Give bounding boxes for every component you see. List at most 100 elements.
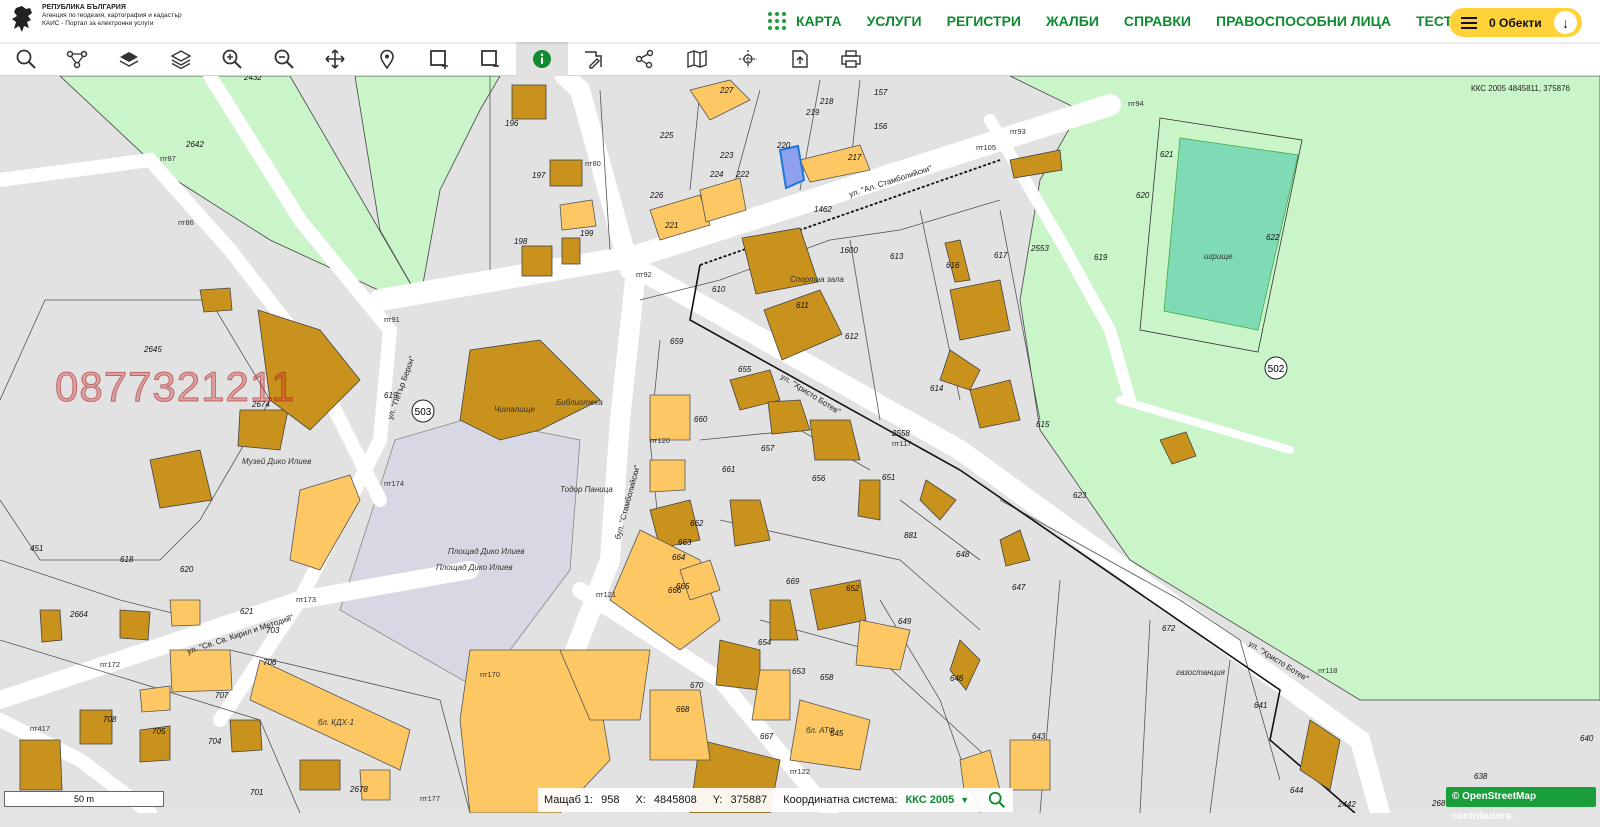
plot-number: 638	[1474, 772, 1488, 781]
plot-number: 646	[950, 674, 964, 683]
building-label: Площад Дико Илиев	[436, 563, 513, 572]
export-icon	[792, 50, 808, 68]
plot-number: 619	[1094, 253, 1108, 262]
svg-text:502: 502	[1268, 364, 1285, 375]
plot-number: 701	[250, 788, 263, 797]
print-tool[interactable]	[826, 42, 878, 76]
plot-number: 2664	[69, 610, 88, 619]
point-label: пт117	[892, 439, 911, 448]
plot-number: 707	[215, 691, 229, 700]
plot-number: 623	[1073, 491, 1087, 500]
plot-number: 641	[1254, 701, 1267, 710]
coordinate-system-label: Координатна система:	[783, 794, 898, 806]
nav-registers[interactable]: РЕГИСТРИ	[947, 13, 1021, 29]
nav-test[interactable]: ТЕСТ	[1416, 13, 1452, 29]
logo-subtitle: Агенция по геодезия, картография и кадас…	[42, 12, 182, 19]
measure-tool[interactable]	[52, 42, 104, 76]
plot-number: 226	[649, 191, 664, 200]
nav-services[interactable]: УСЛУГИ	[867, 13, 922, 29]
clear-selection-tool[interactable]	[464, 42, 516, 76]
building-label: Спортна зала	[790, 275, 844, 284]
zoom-out-icon	[274, 49, 294, 69]
logo-caption: КАИС - Портал за електронни услуги	[42, 20, 154, 27]
nav-reports[interactable]: СПРАВКИ	[1124, 13, 1191, 29]
pan-tool[interactable]	[310, 42, 362, 76]
plot-number: 656	[812, 474, 826, 483]
zoom-to-coordinates-icon[interactable]	[987, 790, 1007, 810]
plot-number: 616	[946, 261, 960, 270]
plot-number: 199	[580, 229, 594, 238]
plot-number: 659	[670, 337, 684, 346]
plot-number: 668	[676, 705, 690, 714]
osm-attribution[interactable]: © OpenStreetMap contributors.	[1446, 787, 1596, 822]
cadastral-map[interactable]: 503 502 ул. "Ал. Стамболийски" ул. "Хрис…	[0, 76, 1600, 813]
info-icon	[532, 50, 551, 68]
plot-number: 705	[152, 727, 166, 736]
measure-icon	[67, 50, 88, 69]
plot-number: 704	[208, 737, 222, 746]
zoom-out-tool[interactable]	[258, 42, 310, 76]
plot-number: 198	[514, 237, 528, 246]
point-label: пт174	[384, 479, 404, 488]
coordinates-readout: ККС 2005 4845811, 375876	[1471, 84, 1570, 93]
point-label: пт122	[790, 767, 810, 776]
layers-tool[interactable]	[103, 42, 155, 76]
map-canvas[interactable]: 503 502 ул. "Ал. Стамболийски" ул. "Хрис…	[0, 76, 1600, 813]
plot-number: 620	[180, 565, 194, 574]
share-tool[interactable]	[619, 42, 671, 76]
point-label: пт173	[296, 595, 316, 604]
location-tool[interactable]	[361, 42, 413, 76]
nav-map[interactable]: КАРТА	[796, 13, 842, 29]
plot-number: 643	[1032, 732, 1046, 741]
building-label: газостанция	[1176, 668, 1226, 677]
select-rect-tool[interactable]	[413, 42, 465, 76]
phone-watermark: 0877321211	[54, 363, 296, 411]
plot-number: 196	[505, 119, 519, 128]
edit-icon	[585, 51, 603, 69]
nav-complaints[interactable]: ЖАЛБИ	[1046, 13, 1099, 29]
point-label: пт172	[100, 660, 120, 669]
coordinate-system-select[interactable]: ККС 2005	[905, 794, 954, 806]
agency-logo[interactable]: РЕПУБЛИКА БЪЛГАРИЯ Агенция по геодезия, …	[10, 4, 182, 36]
plot-number: 648	[956, 550, 970, 559]
export-tool[interactable]	[774, 42, 826, 76]
map-tool[interactable]	[671, 42, 723, 76]
apps-grid-icon[interactable]	[768, 12, 786, 30]
plot-number: 2432	[243, 76, 262, 82]
arrow-down-icon[interactable]: ↓	[1554, 11, 1577, 34]
objects-button[interactable]: 0 Обекти ↓	[1449, 8, 1582, 37]
plot-number: 652	[846, 584, 860, 593]
building-label: Тодор Паница	[560, 485, 613, 494]
plot-number: 649	[898, 617, 912, 626]
plot-number: 611	[796, 301, 809, 310]
crosshair-tool[interactable]	[722, 42, 774, 76]
plot-number: 645	[830, 729, 844, 738]
main-nav: КАРТА УСЛУГИ РЕГИСТРИ ЖАЛБИ СПРАВКИ ПРАВ…	[768, 0, 1477, 42]
plot-number: 2442	[1337, 800, 1356, 809]
crosshair-icon	[739, 50, 758, 68]
plot-number: 613	[890, 252, 904, 261]
plot-number: 651	[882, 473, 895, 482]
menu-icon	[1461, 16, 1477, 29]
plot-number: 618	[120, 555, 134, 564]
info-tool[interactable]	[515, 42, 568, 76]
road-number-marker: 502	[1264, 356, 1288, 380]
plot-number: 2645	[143, 345, 162, 354]
plot-number: 621	[1160, 150, 1173, 159]
caret-down-icon[interactable]: ▼	[960, 795, 969, 805]
search-tool[interactable]	[0, 42, 52, 76]
map-icon	[686, 50, 707, 68]
clear-selection-icon	[481, 50, 500, 67]
layers-stack-tool[interactable]	[155, 42, 207, 76]
scale-value[interactable]: 958	[601, 794, 619, 806]
map-toolbar	[0, 42, 1600, 76]
zoom-in-tool[interactable]	[206, 42, 258, 76]
point-label: пт94	[1128, 99, 1144, 108]
plot-number: 664	[672, 553, 686, 562]
objects-count: 0 Обекти	[1489, 15, 1542, 30]
nav-licensed-persons[interactable]: ПРАВОСПОСОБНИ ЛИЦА	[1216, 13, 1391, 29]
share-icon	[635, 49, 654, 69]
top-header: РЕПУБЛИКА БЪЛГАРИЯ Агенция по геодезия, …	[0, 0, 1600, 42]
point-label: пт118	[1318, 666, 1337, 675]
edit-tool[interactable]	[568, 42, 620, 76]
